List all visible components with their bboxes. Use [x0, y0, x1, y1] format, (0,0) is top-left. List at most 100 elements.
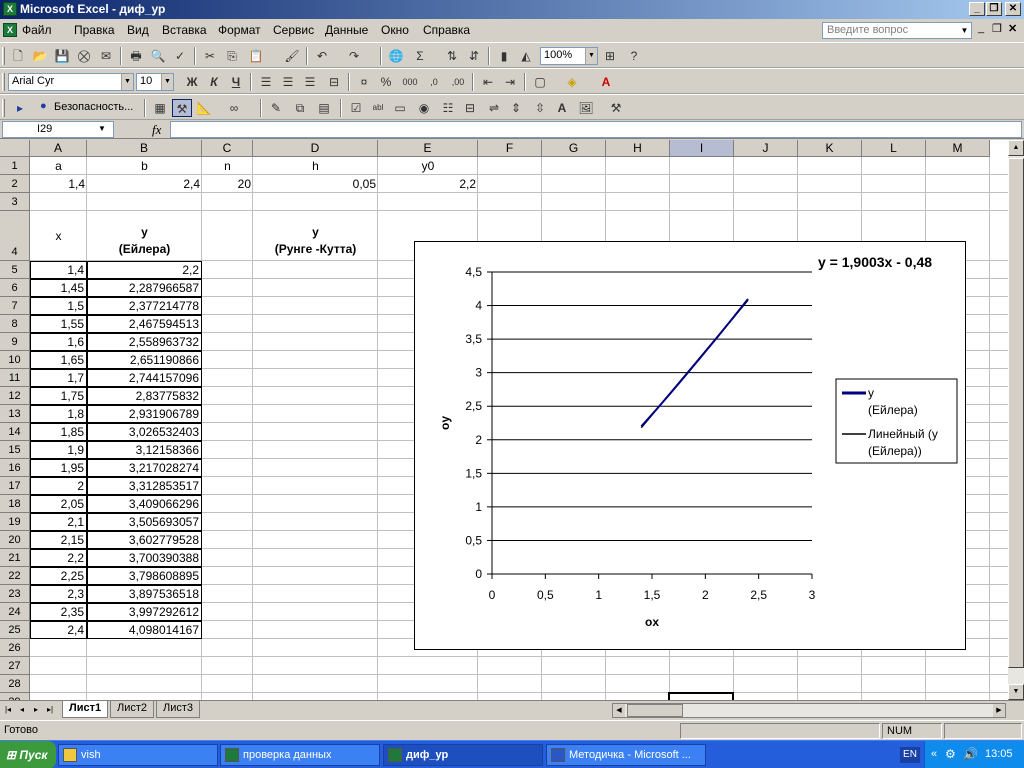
col-header-I[interactable]: I	[670, 140, 734, 157]
chart-wizard-icon[interactable]: ▮	[494, 47, 514, 65]
table-cell-y[interactable]: 3,897536518	[87, 585, 202, 603]
close-button[interactable]: ✕	[1005, 2, 1021, 16]
maximize-button[interactable]: ❐	[986, 2, 1002, 16]
table-cell-x[interactable]: 2,35	[30, 603, 87, 621]
row-header-15[interactable]: 15	[0, 441, 30, 459]
row-header-24[interactable]: 24	[0, 603, 30, 621]
table-cell-x[interactable]: 1,6	[30, 333, 87, 351]
table-cell-y[interactable]: 3,312853517	[87, 477, 202, 495]
chevron-down-icon[interactable]: ▼	[585, 48, 597, 64]
language-indicator[interactable]: EN	[900, 747, 920, 763]
col-header-M[interactable]: M	[926, 140, 990, 157]
sheet-tab-2[interactable]: Лист2	[110, 701, 155, 718]
cell-e2[interactable]: 2,2	[378, 175, 478, 193]
table-cell-y[interactable]: 3,409066296	[87, 495, 202, 513]
row-header-3[interactable]: 3	[0, 193, 30, 211]
table-cell-x[interactable]: 1,65	[30, 351, 87, 369]
align-right-icon[interactable]: ☰	[300, 73, 320, 91]
print-icon[interactable]: 🖶	[126, 47, 146, 65]
row-header-1[interactable]: 1	[0, 157, 30, 175]
col-header-F[interactable]: F	[478, 140, 542, 157]
sheet-tab-3[interactable]: Лист3	[156, 701, 201, 718]
more-tools-icon[interactable]: ⚒	[606, 99, 626, 117]
prev-sheet-icon[interactable]: ◂	[16, 703, 28, 717]
table-cell-x[interactable]: 2,15	[30, 531, 87, 549]
table-cell-y[interactable]: 4,098014167	[87, 621, 202, 639]
row-header-6[interactable]: 6	[0, 279, 30, 297]
row-header-5[interactable]: 5	[0, 261, 30, 279]
menu-data[interactable]: Данные	[325, 23, 368, 37]
workbook-chart-icon[interactable]: ▦	[150, 99, 170, 117]
chevron-down-icon[interactable]: ▼	[98, 124, 106, 133]
vertical-scrollbar[interactable]: ▲ ▼	[1008, 140, 1024, 700]
autosum-icon[interactable]: Σ	[410, 47, 430, 65]
align-left-icon[interactable]: ☰	[256, 73, 276, 91]
permission-icon[interactable]: ⛒	[74, 47, 94, 65]
save-icon[interactable]: 💾	[52, 47, 72, 65]
col-header-A[interactable]: A	[30, 140, 87, 157]
control-properties-icon[interactable]: ✎	[266, 99, 286, 117]
table-cell-x[interactable]: 2,1	[30, 513, 87, 531]
row-header-12[interactable]: 12	[0, 387, 30, 405]
new-icon[interactable]: 🗋	[8, 47, 28, 65]
doc-minimize-button[interactable]: _	[978, 22, 984, 34]
table-cell-y[interactable]: 3,217028274	[87, 459, 202, 477]
task-dif-ur[interactable]: диф_ур	[383, 744, 543, 766]
row-header-21[interactable]: 21	[0, 549, 30, 567]
bold-button[interactable]: Ж	[182, 73, 202, 91]
email-icon[interactable]: ✉	[96, 47, 116, 65]
first-sheet-icon[interactable]: |◂	[2, 703, 14, 717]
table-cell-y[interactable]: 2,931906789	[87, 405, 202, 423]
image-icon[interactable]: 🖼	[576, 99, 596, 117]
row-header-11[interactable]: 11	[0, 369, 30, 387]
task-check-data[interactable]: проверка данных	[220, 744, 380, 766]
network-icon[interactable]: ⚙	[945, 747, 956, 761]
table-cell-x[interactable]: 2,05	[30, 495, 87, 513]
row-header-17[interactable]: 17	[0, 477, 30, 495]
table-cell-x[interactable]: 2,4	[30, 621, 87, 639]
table-cell-y[interactable]: 2,558963732	[87, 333, 202, 351]
radio-icon[interactable]: ◉	[414, 99, 434, 117]
row-header-27[interactable]: 27	[0, 657, 30, 675]
function-icon[interactable]: fx	[152, 122, 161, 138]
row-header-8[interactable]: 8	[0, 315, 30, 333]
doc-restore-button[interactable]: ❐	[992, 22, 1002, 35]
percent-icon[interactable]: %	[376, 73, 396, 91]
row-header-26[interactable]: 26	[0, 639, 30, 657]
cell-d1[interactable]: h	[253, 157, 378, 175]
scroll-left-icon[interactable]: ◀	[613, 704, 625, 717]
col-header-G[interactable]: G	[542, 140, 606, 157]
paste-icon[interactable]: 📋	[246, 47, 266, 65]
align-center-icon[interactable]: ☰	[278, 73, 298, 91]
design-mode-icon[interactable]: 📐	[194, 99, 214, 117]
spin-icon[interactable]: ⇳	[530, 99, 550, 117]
col-header-J[interactable]: J	[734, 140, 798, 157]
table-cell-x[interactable]: 1,55	[30, 315, 87, 333]
cell-b2[interactable]: 2,4	[87, 175, 202, 193]
table-cell-y[interactable]: 2,83775832	[87, 387, 202, 405]
tray-expand-icon[interactable]: «	[931, 748, 937, 760]
formula-input[interactable]	[170, 121, 1022, 138]
label-icon[interactable]: A	[552, 99, 572, 117]
row-header-25[interactable]: 25	[0, 621, 30, 639]
minimize-button[interactable]: _	[969, 2, 985, 16]
select-all-corner[interactable]	[0, 140, 30, 157]
comma-style-icon[interactable]: 000	[400, 73, 420, 91]
underline-button[interactable]: Ч	[226, 73, 246, 91]
font-size-select[interactable]: 10 ▼	[136, 73, 174, 91]
cell-e1[interactable]: y0	[378, 157, 478, 175]
row-header-22[interactable]: 22	[0, 567, 30, 585]
row-header-20[interactable]: 20	[0, 531, 30, 549]
toggle-icon[interactable]: ⇌	[484, 99, 504, 117]
table-cell-y[interactable]: 3,026532403	[87, 423, 202, 441]
sheet-tab-1[interactable]: Лист1	[62, 701, 109, 718]
menu-file[interactable]: Файл	[22, 23, 52, 37]
row-header-10[interactable]: 10	[0, 351, 30, 369]
cell-a1[interactable]: a	[30, 157, 87, 175]
cell-c1[interactable]: n	[202, 157, 253, 175]
col-header-B[interactable]: B	[87, 140, 202, 157]
sort-desc-icon[interactable]: ⇵	[464, 47, 484, 65]
col-header-H[interactable]: H	[606, 140, 670, 157]
doc-close-button[interactable]: ✕	[1008, 22, 1017, 35]
row-header-2[interactable]: 2	[0, 175, 30, 193]
